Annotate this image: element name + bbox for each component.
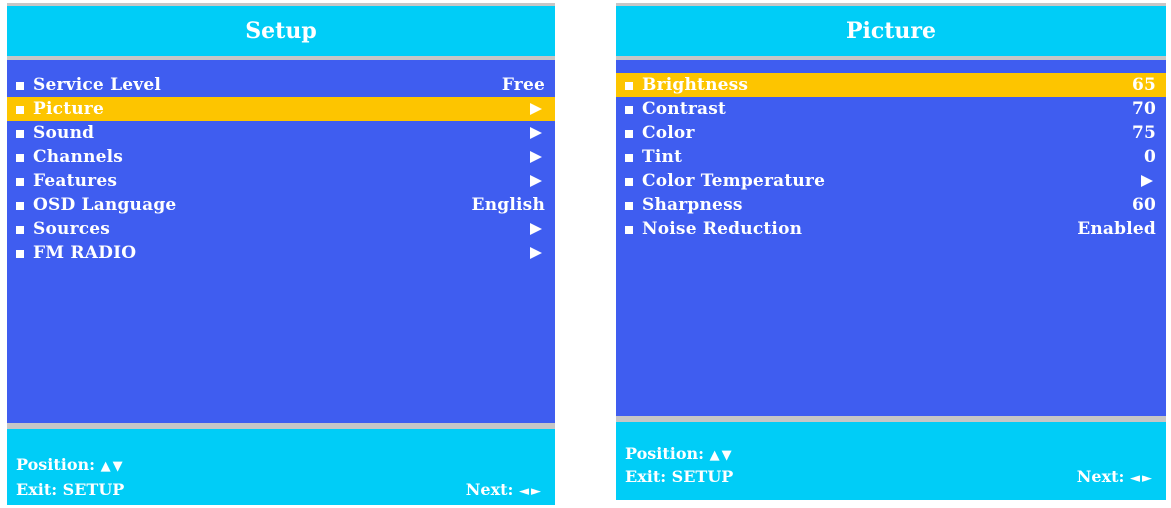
- bullet-icon: [625, 82, 633, 90]
- picture-menu-list: Brightness 65 Contrast 70 Color 75 Tint 0 Color …: [616, 73, 1166, 241]
- next-label: Next:: [465, 480, 514, 499]
- menu-item-value: English: [471, 195, 545, 215]
- menu-item-value: 70: [1131, 99, 1156, 119]
- up-down-arrows-icon: ▲▼: [709, 448, 734, 463]
- left-right-arrows-icon: ◄►: [1130, 471, 1154, 486]
- menu-item-tint[interactable]: Tint 0: [616, 145, 1166, 169]
- submenu-arrow-icon: [530, 103, 542, 115]
- submenu-arrow-icon: [530, 223, 542, 235]
- left-right-arrows-icon: ◄►: [519, 484, 543, 499]
- exit-hint: Exit: SETUP: [625, 467, 734, 486]
- bullet-icon: [16, 250, 24, 258]
- menu-item-label: Sources: [33, 219, 111, 239]
- menu-item-contrast[interactable]: Contrast 70: [616, 97, 1166, 121]
- menu-item-fm-radio[interactable]: FM RADIO: [7, 241, 555, 265]
- bullet-icon: [625, 226, 633, 234]
- menu-item-label: Service Level: [33, 75, 161, 95]
- position-label: Position:: [625, 444, 705, 463]
- menu-item-label: FM RADIO: [33, 243, 137, 263]
- menu-item-label: Channels: [33, 147, 124, 167]
- setup-menu-list: Service Level Free Picture Sound Channels Fea…: [7, 73, 555, 265]
- menu-item-label: Noise Reduction: [642, 219, 803, 239]
- menu-item-brightness[interactable]: Brightness 65: [616, 73, 1166, 97]
- menu-item-label: OSD Language: [33, 195, 177, 215]
- bullet-icon: [625, 202, 633, 210]
- next-label: Next:: [1076, 467, 1125, 486]
- menu-item-picture[interactable]: Picture: [7, 97, 555, 121]
- bullet-icon: [16, 226, 24, 234]
- menu-item-label: Color Temperature: [642, 171, 826, 191]
- bullet-icon: [16, 154, 24, 162]
- bullet-icon: [625, 106, 633, 114]
- menu-item-sources[interactable]: Sources: [7, 217, 555, 241]
- submenu-arrow-icon: [530, 151, 542, 163]
- menu-item-label: Features: [33, 171, 118, 191]
- exit-hint: Exit: SETUP: [16, 480, 125, 499]
- menu-item-color[interactable]: Color 75: [616, 121, 1166, 145]
- menu-item-label: Sound: [33, 123, 95, 143]
- menu-item-label: Picture: [33, 99, 104, 119]
- setup-menu-title: Setup: [7, 3, 555, 60]
- picture-menu: Picture Brightness 65 Contrast 70 Color 75 Tin…: [616, 3, 1166, 500]
- menu-item-value: Enabled: [1077, 219, 1156, 239]
- menu-item-label: Brightness: [642, 75, 749, 95]
- menu-item-label: Sharpness: [642, 195, 743, 215]
- menu-item-value: 60: [1131, 195, 1156, 215]
- bullet-icon: [16, 178, 24, 186]
- submenu-arrow-icon: [1141, 175, 1153, 187]
- bullet-icon: [625, 154, 633, 162]
- submenu-arrow-icon: [530, 127, 542, 139]
- menu-item-label: Color: [642, 123, 695, 143]
- menu-item-label: Tint: [642, 147, 683, 167]
- bullet-icon: [16, 202, 24, 210]
- picture-menu-title: Picture: [616, 3, 1166, 60]
- menu-item-value: 0: [1143, 147, 1156, 167]
- position-hint: Position: ▲▼: [16, 455, 125, 474]
- menu-item-channels[interactable]: Channels: [7, 145, 555, 169]
- menu-item-color-temperature[interactable]: Color Temperature: [616, 169, 1166, 193]
- bullet-icon: [625, 178, 633, 186]
- bullet-icon: [16, 106, 24, 114]
- position-label: Position:: [16, 455, 96, 474]
- next-hint: Next: ◄►: [1077, 467, 1154, 486]
- next-hint: Next: ◄►: [466, 480, 543, 499]
- submenu-arrow-icon: [530, 247, 542, 259]
- bullet-icon: [16, 130, 24, 138]
- menu-item-features[interactable]: Features: [7, 169, 555, 193]
- menu-item-osd-language[interactable]: OSD Language English: [7, 193, 555, 217]
- picture-menu-footer: Position: ▲▼ Exit: SETUP Next: ◄►: [616, 416, 1166, 500]
- menu-item-value: Free: [501, 75, 545, 95]
- position-hint: Position: ▲▼: [625, 444, 734, 463]
- menu-item-sharpness[interactable]: Sharpness 60: [616, 193, 1166, 217]
- bullet-icon: [16, 82, 24, 90]
- menu-item-label: Contrast: [642, 99, 727, 119]
- menu-item-service-level[interactable]: Service Level Free: [7, 73, 555, 97]
- menu-item-noise-reduction[interactable]: Noise Reduction Enabled: [616, 217, 1166, 241]
- up-down-arrows-icon: ▲▼: [100, 459, 125, 474]
- submenu-arrow-icon: [530, 175, 542, 187]
- setup-menu: Setup Service Level Free Picture Sound Chann…: [7, 3, 555, 505]
- menu-item-sound[interactable]: Sound: [7, 121, 555, 145]
- menu-item-value: 65: [1131, 75, 1156, 95]
- menu-item-value: 75: [1131, 123, 1156, 143]
- bullet-icon: [625, 130, 633, 138]
- setup-menu-footer: Position: ▲▼ Exit: SETUP Next: ◄►: [7, 423, 555, 505]
